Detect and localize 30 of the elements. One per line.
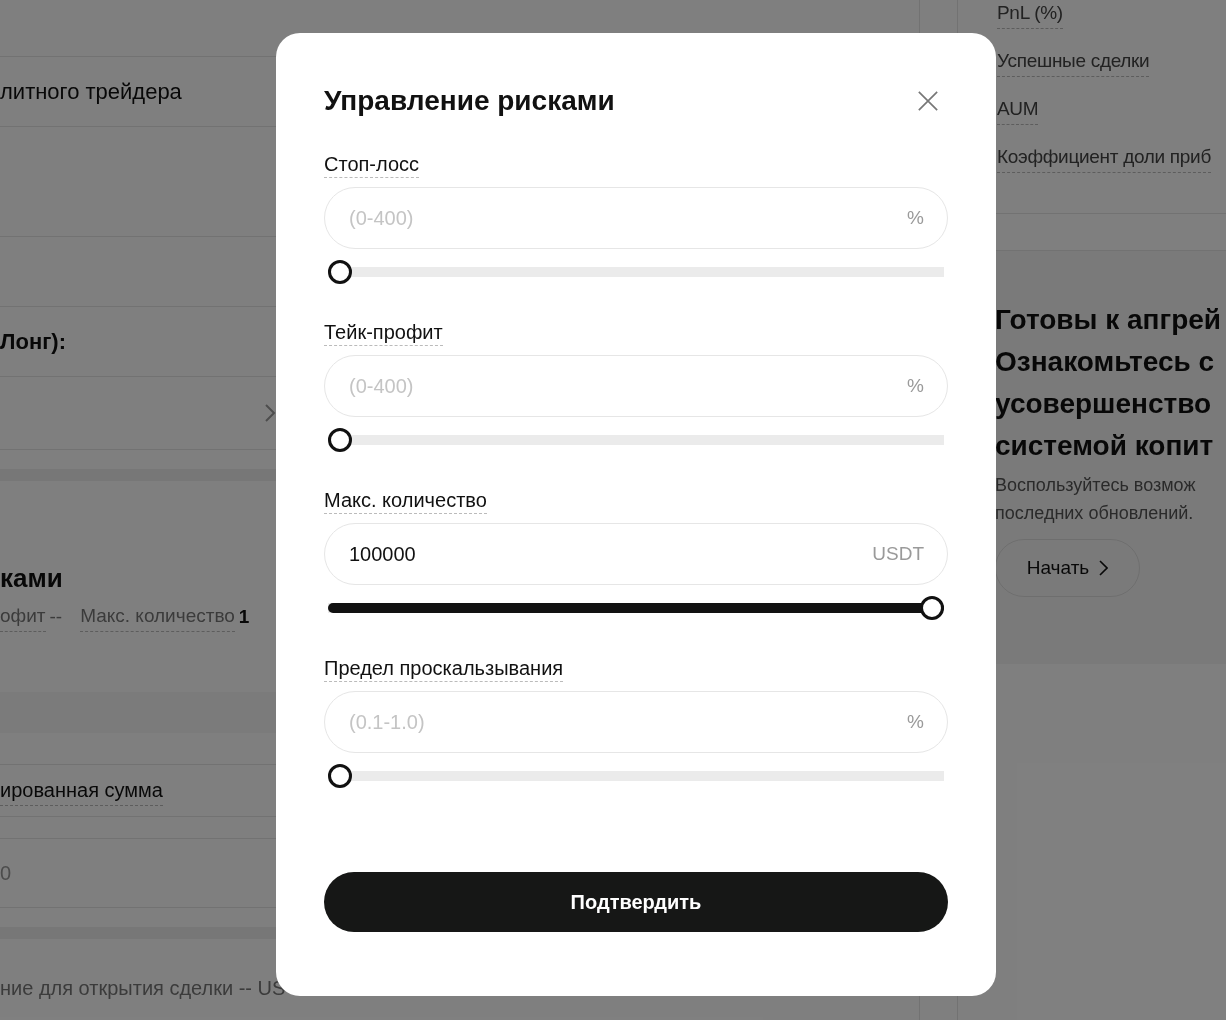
chevron-icon	[1099, 560, 1109, 576]
section-heading: ками	[0, 562, 64, 595]
slider-thumb[interactable]	[920, 596, 944, 620]
close-button[interactable]	[916, 89, 940, 113]
field-label: Тейк-профит	[324, 319, 443, 346]
slider-thumb[interactable]	[328, 764, 352, 788]
promo-heading: Готовы к апгрей Ознакомьтесь с усовершенство системой копит	[995, 303, 1223, 463]
unit-label: USDT	[872, 542, 924, 566]
row-heading: Лонг):	[0, 328, 66, 356]
stat-label: AUM	[997, 95, 1039, 125]
setting-label: офит	[0, 602, 46, 632]
stat-label: PnL (%)	[997, 0, 1063, 29]
stat-label: Коэффициент доли приб	[997, 143, 1211, 173]
setting-value: 1	[238, 604, 250, 629]
slider-thumb[interactable]	[328, 260, 352, 284]
unit-label: %	[907, 710, 924, 734]
field-label: ированная сумма	[0, 775, 163, 806]
field-label: Предел проскальзывания	[324, 655, 564, 682]
unit-label: %	[907, 374, 924, 398]
unit-label: %	[907, 206, 924, 230]
row-text: литного трейдера	[0, 78, 182, 106]
setting-value: --	[49, 604, 63, 629]
slider-thumb[interactable]	[328, 428, 352, 452]
promo-text: Воспользуйтесь возмож последних обновлений.	[995, 474, 1197, 525]
confirm-button[interactable]: Подтвердить	[324, 872, 948, 932]
field-label: Стоп-лосс	[324, 151, 419, 178]
setting-label: Макс. количество	[80, 602, 235, 632]
dialog-title: Управление рисками	[324, 84, 615, 118]
field-label: Макс. количество	[324, 487, 487, 514]
stat-label: Успешные сделки	[997, 47, 1150, 77]
